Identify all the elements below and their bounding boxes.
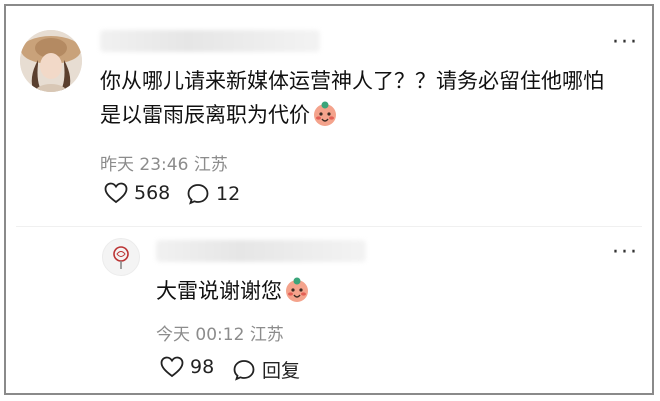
like-count: 568 [134, 182, 171, 204]
heart-icon [160, 356, 184, 378]
reply-button[interactable]: 回复 [232, 356, 300, 383]
blushing-face-icon [312, 101, 338, 137]
avatar[interactable] [20, 30, 82, 92]
reply-location: 江苏 [249, 325, 284, 345]
reply-like-button[interactable]: 98 [160, 356, 214, 378]
reply-time: 今天 00:12 [156, 325, 245, 345]
reply-like-count: 98 [190, 356, 215, 378]
comment-bubble-icon [233, 359, 255, 381]
username-redacted[interactable] [100, 30, 320, 52]
like-button[interactable]: 568 [104, 182, 170, 204]
comment-text-line1: 你从哪儿请来新媒体运营神人了？？请务必留住他哪怕 [100, 69, 604, 93]
avatar-photo [20, 30, 82, 92]
reply-text-wrap: 大雷说谢谢您 [156, 274, 310, 313]
comment-meta: 昨天 23:46 江苏 [100, 150, 228, 175]
reply-username-redacted[interactable] [156, 240, 366, 262]
reply-more-options-icon[interactable]: ··· [612, 242, 639, 264]
comment-button[interactable]: 12 [186, 182, 240, 206]
lollipop-icon [113, 246, 129, 269]
reply-meta: 今天 00:12 江苏 [156, 320, 284, 345]
comment-location: 江苏 [193, 155, 228, 175]
comment-time: 昨天 23:46 [100, 155, 189, 175]
comment-bubble-icon [187, 184, 209, 205]
comment-text: 你从哪儿请来新媒体运营神人了？？请务必留住他哪怕 是以雷雨辰离职为代价 [100, 64, 604, 137]
comment-count: 12 [216, 183, 241, 205]
more-options-icon[interactable]: ··· [612, 32, 639, 54]
comment-text-line2: 是以雷雨辰离职为代价 [100, 103, 310, 127]
heart-icon [104, 182, 128, 204]
blushing-face-icon [284, 277, 310, 313]
comment-text-line2-wrap: 是以雷雨辰离职为代价 [100, 98, 604, 137]
reply-label: 回复 [262, 360, 301, 382]
screenshot-frame: ··· 你从哪儿请来新媒体运营神人了？？请务必留住他哪怕 是以雷雨辰离职为代价 … [4, 4, 654, 395]
reply-text: 大雷说谢谢您 [156, 279, 282, 303]
reply-avatar[interactable] [102, 238, 140, 276]
divider [16, 226, 642, 227]
